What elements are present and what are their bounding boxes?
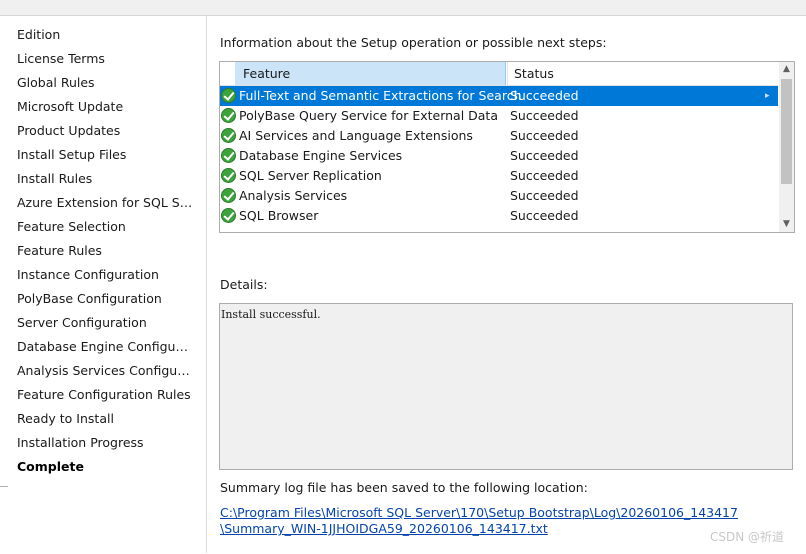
table-row[interactable]: SQL Browser Succeeded — [220, 206, 778, 226]
table-row[interactable]: Full-Text and Semantic Extractions for S… — [220, 86, 778, 106]
table-row[interactable]: SQL Server Replication Succeeded — [220, 166, 778, 186]
success-check-icon — [221, 88, 236, 103]
feature-name: PolyBase Query Service for External Data — [239, 108, 498, 123]
feature-status: Succeeded — [510, 168, 579, 183]
nav-item-license-terms[interactable]: License Terms — [17, 51, 193, 75]
details-label: Details: — [220, 277, 268, 292]
nav-item-microsoft-update[interactable]: Microsoft Update — [17, 99, 193, 123]
nav-item-azure-extension[interactable]: Azure Extension for SQL Ser... — [17, 195, 193, 219]
success-check-icon — [221, 188, 236, 203]
success-check-icon — [221, 148, 236, 163]
summary-log-link[interactable]: C:\Program Files\Microsoft SQL Server\17… — [220, 505, 780, 537]
nav-item-edition[interactable]: Edition — [17, 27, 193, 51]
grid-rows: Full-Text and Semantic Extractions for S… — [220, 86, 778, 226]
details-text: Install successful. — [221, 308, 321, 321]
nav-item-ready-to-install[interactable]: Ready to Install — [17, 411, 193, 435]
nav-item-polybase-configuration[interactable]: PolyBase Configuration — [17, 291, 193, 315]
column-header-status[interactable]: Status — [507, 62, 778, 85]
nav-item-database-engine-configuration[interactable]: Database Engine Configurat... — [17, 339, 193, 363]
feature-status: Succeeded — [510, 128, 579, 143]
log-link-line-2: \Summary_WIN-1JJHOIDGA59_20260106_143417… — [220, 521, 548, 536]
nav-item-feature-configuration-rules[interactable]: Feature Configuration Rules — [17, 387, 193, 411]
feature-status-grid[interactable]: Feature Status Full-Text and Semantic Ex… — [219, 61, 795, 233]
table-row[interactable]: Analysis Services Succeeded — [220, 186, 778, 206]
feature-status: Succeeded — [510, 108, 579, 123]
complete-page-content: Information about the Setup operation or… — [207, 16, 806, 553]
details-textbox[interactable]: Install successful. — [219, 303, 793, 470]
feature-status: Succeeded — [510, 148, 579, 163]
setup-steps-pane: Edition License Terms Global Rules Micro… — [0, 16, 207, 553]
success-check-icon — [221, 208, 236, 223]
watermark: CSDN @祈道 — [710, 530, 785, 544]
feature-status: Succeeded — [510, 188, 579, 203]
window-top-bar — [0, 0, 806, 16]
feature-name: Full-Text and Semantic Extractions for S… — [239, 88, 522, 103]
nav-item-installation-progress[interactable]: Installation Progress — [17, 435, 193, 459]
log-link-line-1: C:\Program Files\Microsoft SQL Server\17… — [220, 505, 738, 520]
nav-item-analysis-services-configuration[interactable]: Analysis Services Configurati... — [17, 363, 193, 387]
feature-name: SQL Server Replication — [239, 168, 382, 183]
setup-steps-list: Edition License Terms Global Rules Micro… — [17, 27, 193, 483]
scrollbar-thumb[interactable] — [781, 79, 792, 184]
feature-name: Database Engine Services — [239, 148, 403, 163]
grid-vertical-scrollbar[interactable]: ▲ ▼ — [779, 62, 794, 232]
table-row[interactable]: AI Services and Language Extensions Succ… — [220, 126, 778, 146]
info-label: Information about the Setup operation or… — [220, 35, 607, 50]
table-row[interactable]: PolyBase Query Service for External Data… — [220, 106, 778, 126]
nav-item-product-updates[interactable]: Product Updates — [17, 123, 193, 147]
feature-status: Succeeded — [510, 88, 579, 103]
feature-name: Analysis Services — [239, 188, 348, 203]
feature-name: AI Services and Language Extensions — [239, 128, 473, 143]
success-check-icon — [221, 128, 236, 143]
summary-log-label: Summary log file has been saved to the f… — [220, 480, 588, 495]
nav-item-global-rules[interactable]: Global Rules — [17, 75, 193, 99]
table-row[interactable]: Database Engine Services Succeeded — [220, 146, 778, 166]
nav-item-instance-configuration[interactable]: Instance Configuration — [17, 267, 193, 291]
row-focus-marker-icon: ▸ — [765, 91, 770, 101]
nav-item-feature-selection[interactable]: Feature Selection — [17, 219, 193, 243]
feature-name: SQL Browser — [239, 208, 319, 223]
success-check-icon — [221, 108, 236, 123]
nav-item-install-rules[interactable]: Install Rules — [17, 171, 193, 195]
scroll-up-arrow-icon[interactable]: ▲ — [779, 62, 794, 77]
nav-item-complete[interactable]: Complete — [17, 459, 193, 483]
column-header-feature[interactable]: Feature — [235, 62, 506, 85]
pane-divider — [0, 486, 8, 554]
feature-status: Succeeded — [510, 208, 579, 223]
nav-item-server-configuration[interactable]: Server Configuration — [17, 315, 193, 339]
success-check-icon — [221, 168, 236, 183]
scroll-down-arrow-icon[interactable]: ▼ — [779, 217, 794, 232]
nav-item-feature-rules[interactable]: Feature Rules — [17, 243, 193, 267]
grid-header: Feature Status — [220, 62, 778, 86]
nav-item-install-setup-files[interactable]: Install Setup Files — [17, 147, 193, 171]
